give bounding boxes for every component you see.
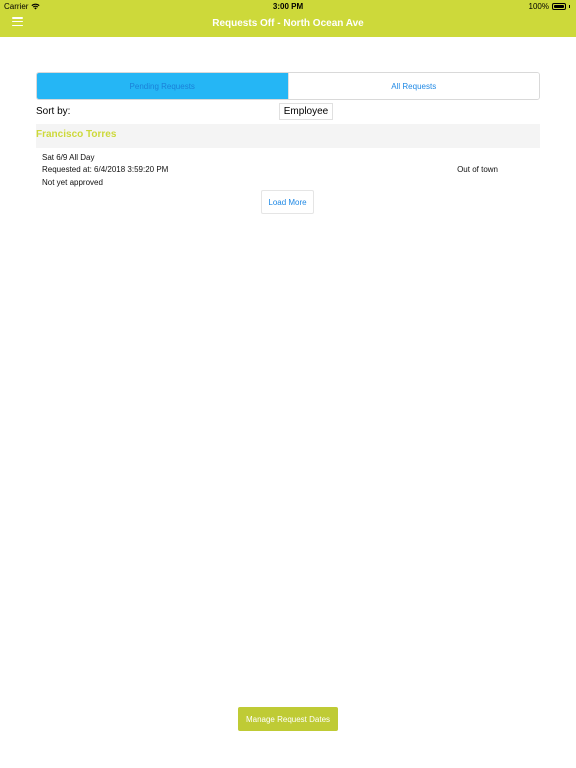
load-more-button[interactable]: Load More <box>261 190 314 214</box>
request-timestamp: Requested at: 6/4/2018 3:59:20 PM <box>42 165 169 174</box>
tab-all-requests[interactable]: All Requests <box>287 73 539 99</box>
request-reason: Out of town <box>457 165 498 174</box>
sort-label: Sort by: <box>36 106 71 117</box>
status-bar: Carrier 3:00 PM 100% <box>0 0 576 13</box>
manage-request-dates-button[interactable]: Manage Request Dates <box>238 707 338 731</box>
employee-group-header: Francisco Torres <box>36 124 540 148</box>
status-time: 3:00 PM <box>272 2 304 11</box>
request-list-item[interactable]: Sat 6/9 All Day Requested at: 6/4/2018 3… <box>36 148 540 190</box>
page-title: Requests Off - North Ocean Ave <box>212 18 364 29</box>
request-date: Sat 6/9 All Day <box>42 153 95 162</box>
request-tabs: Pending Requests All Requests <box>36 72 540 100</box>
battery-icon <box>552 3 566 10</box>
status-battery: 100% <box>529 2 570 11</box>
battery-percent: 100% <box>528 2 549 11</box>
employee-name: Francisco Torres <box>36 129 117 140</box>
request-status: Not yet approved <box>42 178 103 187</box>
sort-select[interactable]: Employee <box>279 103 333 120</box>
tab-pending-requests[interactable]: Pending Requests <box>37 73 288 99</box>
